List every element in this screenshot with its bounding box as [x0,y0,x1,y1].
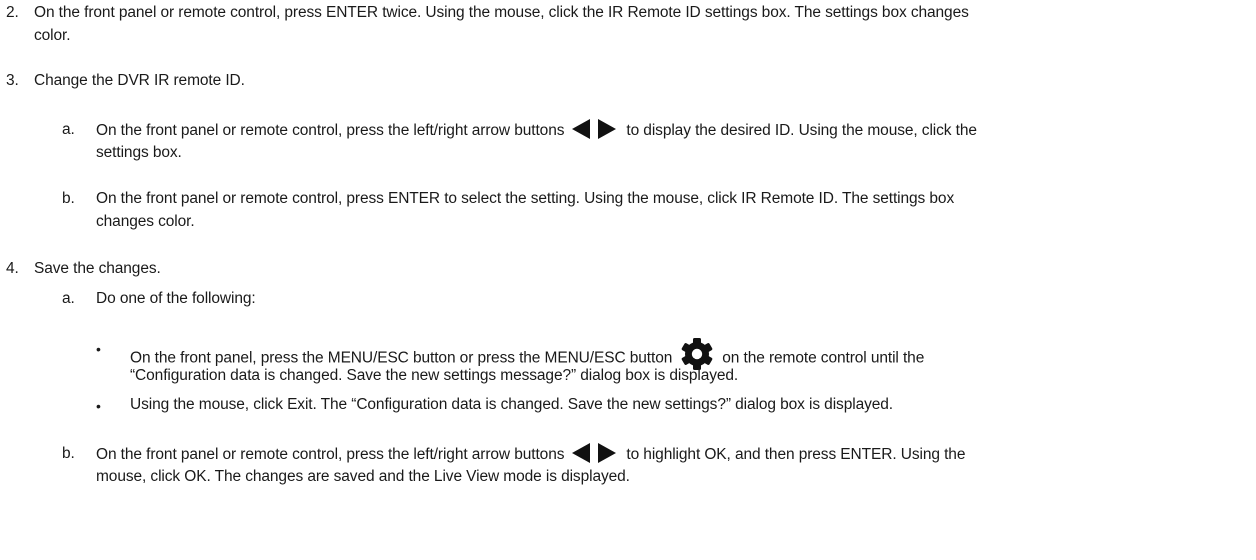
substep-text-part: to display the desired ID. Using the mou… [626,122,977,140]
left-arrow-icon [572,119,591,139]
substep-text-part: On the front panel or remote control, pr… [96,122,565,140]
substep-label: a. [62,290,75,307]
step-text: Save the changes. [34,260,161,277]
step-number: 4. [6,260,19,277]
substep-text: On the front panel or remote control, pr… [96,119,977,141]
substep-text: mouse, click OK. The changes are saved a… [96,468,630,485]
substep-label: a. [62,121,75,138]
step-number: 2. [6,4,19,21]
step-text: color. [34,27,71,44]
bullet-text-part: On the front panel, press the MENU/ESC b… [130,349,673,367]
step-text: Change the DVR IR remote ID. [34,72,245,89]
arrow-buttons [572,443,617,464]
substep-text: Do one of the following: [96,290,256,307]
bullet-text: “Configuration data is changed. Save the… [130,367,739,384]
substep-text-part: to highlight OK, and then press ENTER. U… [626,446,966,464]
substep-text: On the front panel or remote control, pr… [96,443,966,465]
bullet: • [96,341,101,357]
substep-text: changes color. [96,213,195,230]
right-arrow-icon [598,119,617,139]
right-arrow-icon [598,443,617,463]
bullet: • [96,398,101,414]
step-number: 3. [6,72,19,89]
substep-label: b. [62,190,75,207]
substep-text: On the front panel or remote control, pr… [96,190,955,207]
arrow-buttons [572,119,617,140]
substep-text-part: On the front panel or remote control, pr… [96,446,565,464]
bullet-text-part: on the remote control until the [722,349,925,367]
substep-label: b. [62,445,75,462]
substep-text: settings box. [96,144,182,161]
step-text: On the front panel or remote control, pr… [34,4,969,21]
left-arrow-icon [572,443,591,463]
bullet-text: Using the mouse, click Exit. The “Config… [130,396,893,413]
